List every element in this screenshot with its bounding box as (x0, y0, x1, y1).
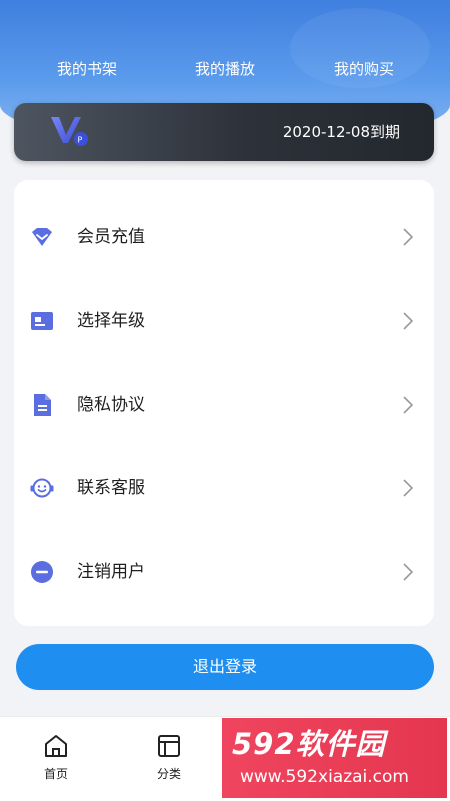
category-icon (158, 735, 180, 757)
vip-logo-icon: P (51, 117, 88, 146)
watermark-url: www.592xiazai.com (240, 767, 409, 787)
menu-item-label: 会员充值 (77, 227, 145, 247)
top-tabs: 我的书架 我的播放 我的购买 (0, 56, 450, 82)
chevron-right-icon (403, 312, 414, 330)
svg-text:P: P (78, 136, 83, 145)
home-icon (45, 735, 67, 757)
watermark-logo: 592软件园 www.592xiazai.com (222, 718, 447, 798)
logout-button[interactable]: 退出登录 (16, 644, 434, 690)
minus-circle-icon (31, 561, 53, 583)
menu-item-label: 隐私协议 (77, 395, 145, 415)
vip-card[interactable]: P 2020-12-08到期 (14, 103, 434, 161)
menu-item-deactivate-account[interactable]: 注销用户 (14, 542, 434, 602)
nav-item-home[interactable]: 首页 (0, 733, 112, 789)
chevron-right-icon (403, 396, 414, 414)
diamond-icon (32, 228, 52, 246)
tab-purchases[interactable]: 我的购买 (309, 56, 419, 82)
nav-label: 分类 (156, 767, 181, 781)
tab-bookshelf[interactable]: 我的书架 (32, 56, 142, 82)
id-card-icon (31, 312, 53, 330)
menu-item-customer-service[interactable]: 联系客服 (14, 458, 434, 518)
nav-label: 首页 (43, 767, 68, 781)
menu-item-label: 选择年级 (77, 311, 145, 331)
customer-service-icon (30, 478, 54, 498)
chevron-right-icon (403, 228, 414, 246)
tab-playback[interactable]: 我的播放 (170, 56, 280, 82)
menu-item-recharge[interactable]: 会员充值 (14, 207, 434, 267)
document-icon (34, 394, 51, 416)
chevron-right-icon (403, 563, 414, 581)
menu-item-label: 注销用户 (77, 562, 145, 582)
menu-item-select-grade[interactable]: 选择年级 (14, 291, 434, 351)
watermark-brand: 592软件园 (232, 727, 386, 761)
vip-expire-date: 2020-12-08到期 (282, 123, 400, 141)
menu-item-privacy[interactable]: 隐私协议 (14, 375, 434, 435)
chevron-right-icon (403, 479, 414, 497)
menu-card: 会员充值 选择年级 隐私协议 联系客服 注销用户 (14, 180, 434, 626)
nav-item-category[interactable]: 分类 (113, 733, 225, 789)
menu-item-label: 联系客服 (77, 478, 145, 498)
